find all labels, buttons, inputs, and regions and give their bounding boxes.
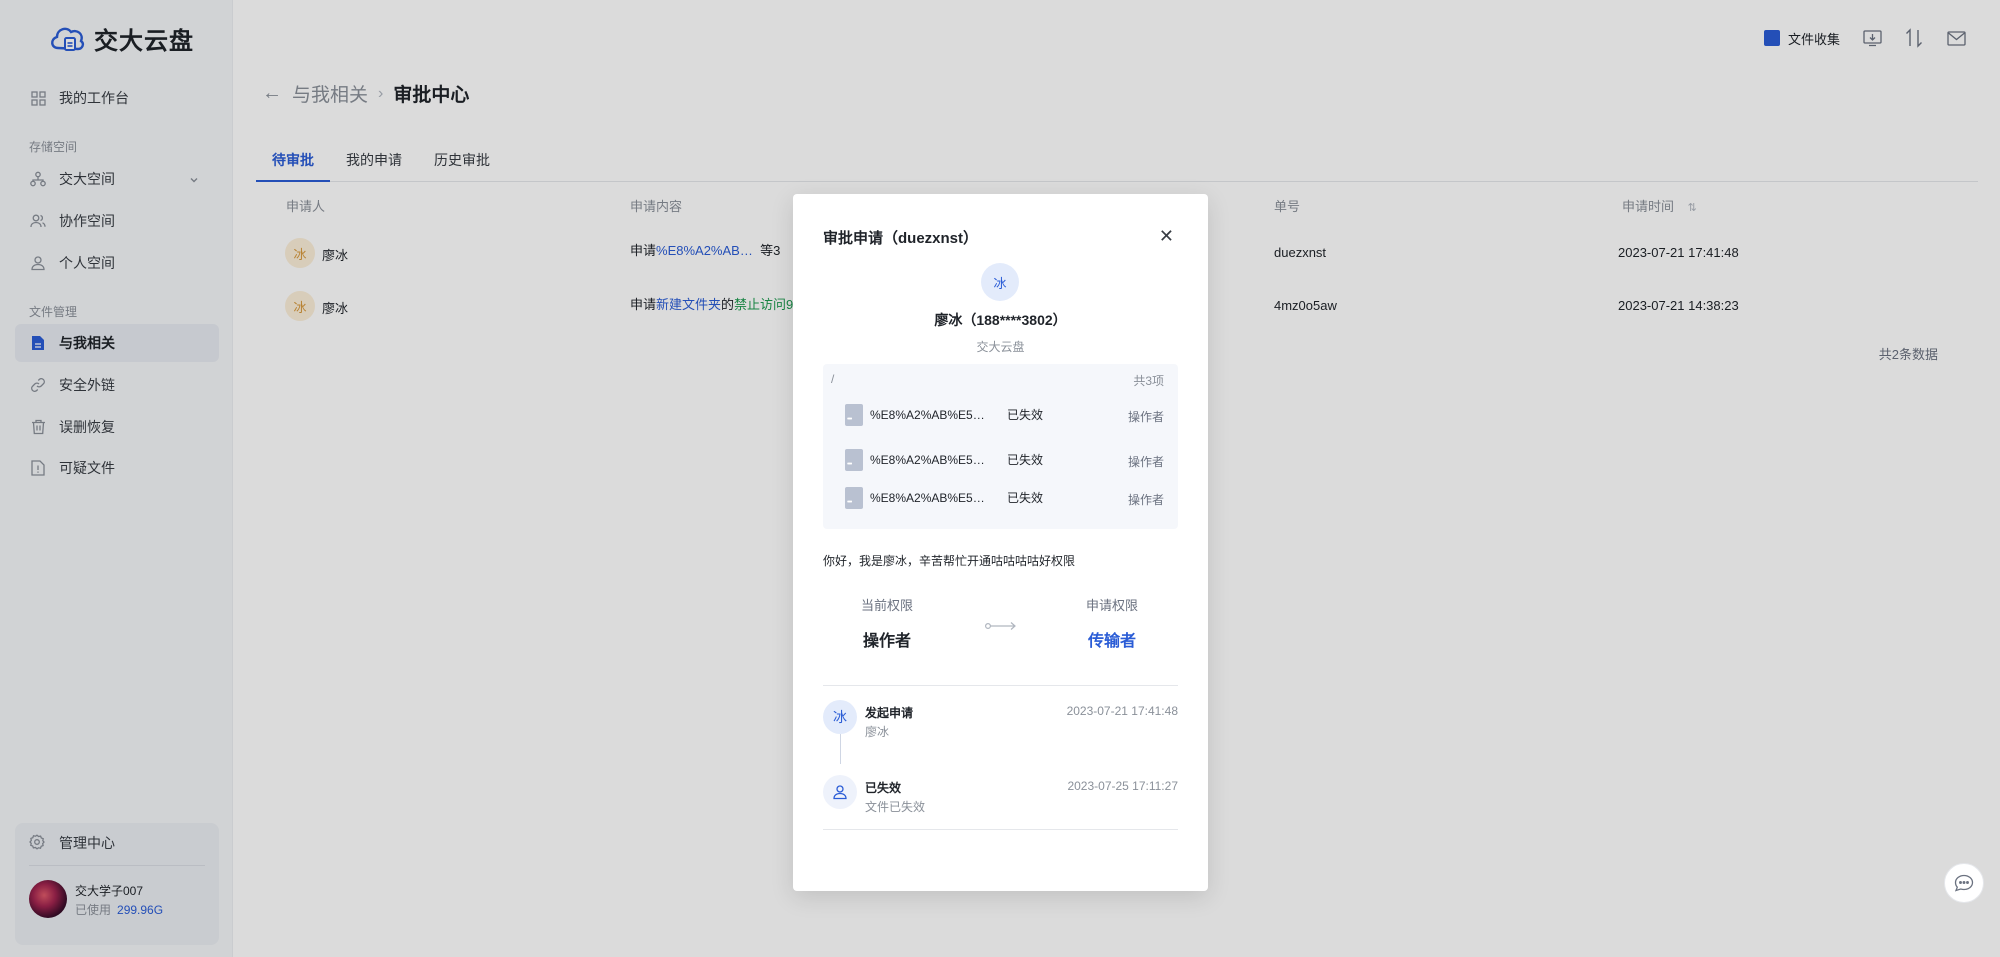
request-permission: 传输者 xyxy=(1087,633,1136,650)
request-message: 你好，我是廖冰，辛苦帮忙开通咕咕咕咕好权限 xyxy=(823,554,1076,568)
file-role: 操作者 xyxy=(1127,455,1164,469)
applicant-info: 廖冰（188****3802） xyxy=(934,312,1067,328)
file-status: 已失效 xyxy=(1007,453,1044,467)
request-permission-label: 申请权限 xyxy=(1085,598,1138,613)
list-item[interactable]: %E8%A2%AB%E5… 已失效 操作者 xyxy=(823,445,1178,475)
modal-title: 审批申请（duezxnst） xyxy=(823,230,979,247)
file-list: / 共3项 %E8%A2%AB%E5… 已失效 操作者 %E8%A2%AB%E5… xyxy=(823,364,1178,529)
chat-bubble-icon[interactable] xyxy=(1944,863,1984,903)
list-item[interactable]: %E8%A2%AB%E5… 已失效 操作者 xyxy=(823,483,1178,513)
file-name: %E8%A2%AB%E5… xyxy=(870,491,985,505)
timeline-sub: 文件已失效 xyxy=(865,800,926,814)
current-permission-label: 当前权限 xyxy=(860,598,913,613)
file-icon xyxy=(845,487,863,509)
file-name: %E8%A2%AB%E5… xyxy=(870,408,985,422)
file-status: 已失效 xyxy=(1007,408,1044,422)
file-count: 共3项 xyxy=(1133,374,1164,388)
timeline-time: 2023-07-21 17:41:48 xyxy=(1066,704,1178,718)
timeline-avatar: 冰 xyxy=(823,700,857,734)
timeline-time: 2023-07-25 17:11:27 xyxy=(1067,779,1178,793)
applicant-avatar: 冰 xyxy=(981,263,1019,301)
approval-modal: 审批申请（duezxnst） ✕ 冰 廖冰（188****3802） 交大云盘 … xyxy=(793,194,1208,891)
arrow-right-icon xyxy=(984,618,1017,634)
file-path: / xyxy=(831,372,835,386)
file-role: 操作者 xyxy=(1127,410,1164,424)
divider xyxy=(823,685,1178,686)
applicant-org: 交大云盘 xyxy=(976,340,1025,354)
current-permission: 操作者 xyxy=(862,633,911,650)
divider xyxy=(823,829,1178,830)
close-icon[interactable]: ✕ xyxy=(1159,226,1174,247)
list-item[interactable]: %E8%A2%AB%E5… 已失效 操作者 xyxy=(823,400,1178,430)
timeline-sub: 廖冰 xyxy=(865,725,890,739)
file-icon xyxy=(845,404,863,426)
timeline-title: 发起申请 xyxy=(865,706,914,720)
timeline-title: 已失效 xyxy=(865,781,902,795)
timeline-connector xyxy=(840,734,841,764)
file-status: 已失效 xyxy=(1007,491,1044,505)
user-outline-icon xyxy=(823,775,857,809)
file-role: 操作者 xyxy=(1127,493,1164,507)
file-name: %E8%A2%AB%E5… xyxy=(870,453,985,467)
file-icon xyxy=(845,449,863,471)
